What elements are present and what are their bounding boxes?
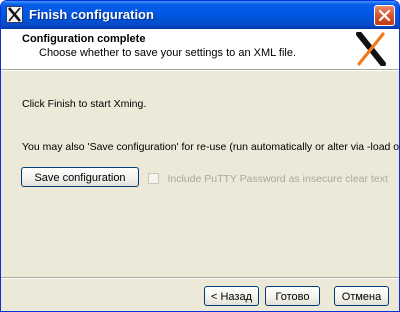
finish-instruction: Click Finish to start Xming. [22,98,147,110]
header-subtitle: Choose whether to save your settings to … [39,47,297,59]
include-password-checkbox[interactable] [148,173,159,185]
xming-logo [356,32,386,66]
header-title: Configuration complete [22,33,146,45]
footer-divider [1,277,399,279]
close-button[interactable] [374,5,395,26]
include-password-option: Include PuTTY Password as insecure clear… [148,170,388,185]
xming-x-icon [6,6,23,23]
back-button[interactable]: < Назад [204,286,259,306]
finish-button[interactable]: Готово [265,286,320,306]
finish-configuration-dialog: Finish configuration Configuration compl… [0,0,400,312]
cancel-button[interactable]: Отмена [334,286,389,306]
header-divider [1,69,399,71]
save-configuration-button[interactable]: Save configuration [21,167,139,187]
save-hint-text: You may also 'Save configuration' for re… [22,141,400,153]
window-title: Finish configuration [29,7,154,22]
close-icon [378,9,391,22]
wizard-header: Configuration complete Choose whether to… [1,29,399,69]
include-password-label: Include PuTTY Password as insecure clear… [167,172,388,185]
title-bar[interactable]: Finish configuration [1,1,399,29]
